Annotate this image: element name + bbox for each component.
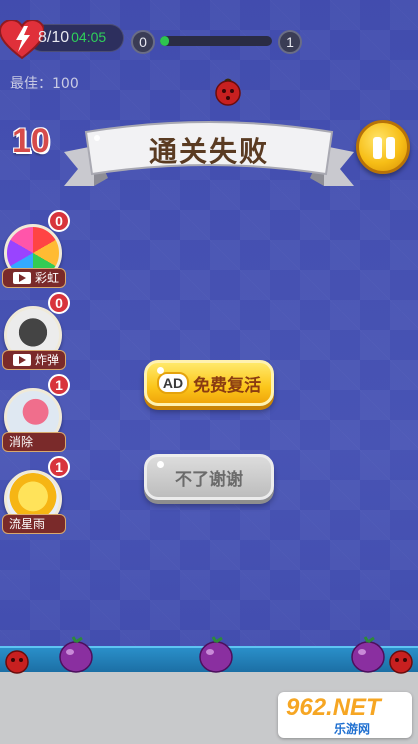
no-thanks-label: 不了谢谢 — [175, 469, 243, 490]
powerup-name: 消除 — [9, 435, 34, 449]
button-shine — [157, 461, 164, 468]
pause-button[interactable] — [356, 120, 410, 174]
level-progress-fill — [160, 36, 169, 46]
powerup-count-badge: 0 — [48, 210, 70, 232]
powerup-bomb[interactable]: 0 炸弹 — [2, 292, 70, 372]
dialog-title: 通关失败 — [148, 135, 269, 168]
plum-fruit-icon — [199, 636, 233, 673]
level-progress-bar — [160, 36, 272, 46]
powerup-label: 消除 — [2, 432, 66, 452]
watermark-sub: 乐游网 — [334, 722, 371, 736]
powerup-meteor[interactable]: 1 流星雨 — [2, 456, 70, 536]
free-revive-button[interactable]: AD 免费复活 — [144, 360, 274, 406]
level-end-marker: 1 — [278, 30, 302, 54]
ladybug-fruit-icon — [5, 650, 29, 674]
powerup-label: 流星雨 — [2, 514, 66, 534]
ad-badge: AD — [156, 372, 190, 394]
powerup-count-badge: 1 — [48, 374, 70, 396]
ladybug-fruit-icon — [215, 78, 241, 106]
pause-icon-bar — [386, 137, 395, 159]
powerup-count-badge: 0 — [48, 292, 70, 314]
ladybug-fruit-icon — [389, 650, 413, 674]
powerup-label: 炸弹 — [2, 350, 66, 370]
level-start-marker: 0 — [131, 30, 155, 54]
revive-label: 免费复活 — [193, 375, 262, 396]
plum-fruit-icon — [351, 636, 385, 673]
powerup-eliminate[interactable]: 1 消除 — [2, 374, 70, 454]
moves-remaining: 10 — [12, 122, 50, 160]
powerup-name: 炸弹 — [34, 353, 59, 367]
pause-icon — [373, 137, 382, 159]
video-ad-icon — [12, 272, 31, 284]
lives-timer: 04:05 — [71, 29, 107, 45]
powerup-rainbow[interactable]: 0 彩虹 — [2, 210, 70, 290]
powerup-label: 彩虹 — [2, 268, 66, 288]
powerup-name: 流星雨 — [9, 517, 46, 531]
site-watermark: 962.NET 乐游网 — [278, 692, 412, 738]
watermark-brand: 962.NET — [286, 694, 381, 721]
powerup-count-badge: 1 — [48, 456, 70, 478]
best-score: 最佳：100 — [10, 76, 79, 92]
powerup-name: 彩虹 — [34, 271, 59, 285]
lives-value: 8/10 — [38, 29, 70, 46]
video-ad-icon — [12, 354, 31, 366]
plum-fruit-icon — [59, 636, 93, 673]
no-thanks-button[interactable]: 不了谢谢 — [144, 454, 274, 500]
lives-counter: 8/10 04:05 — [38, 29, 106, 49]
button-shine — [157, 367, 164, 374]
